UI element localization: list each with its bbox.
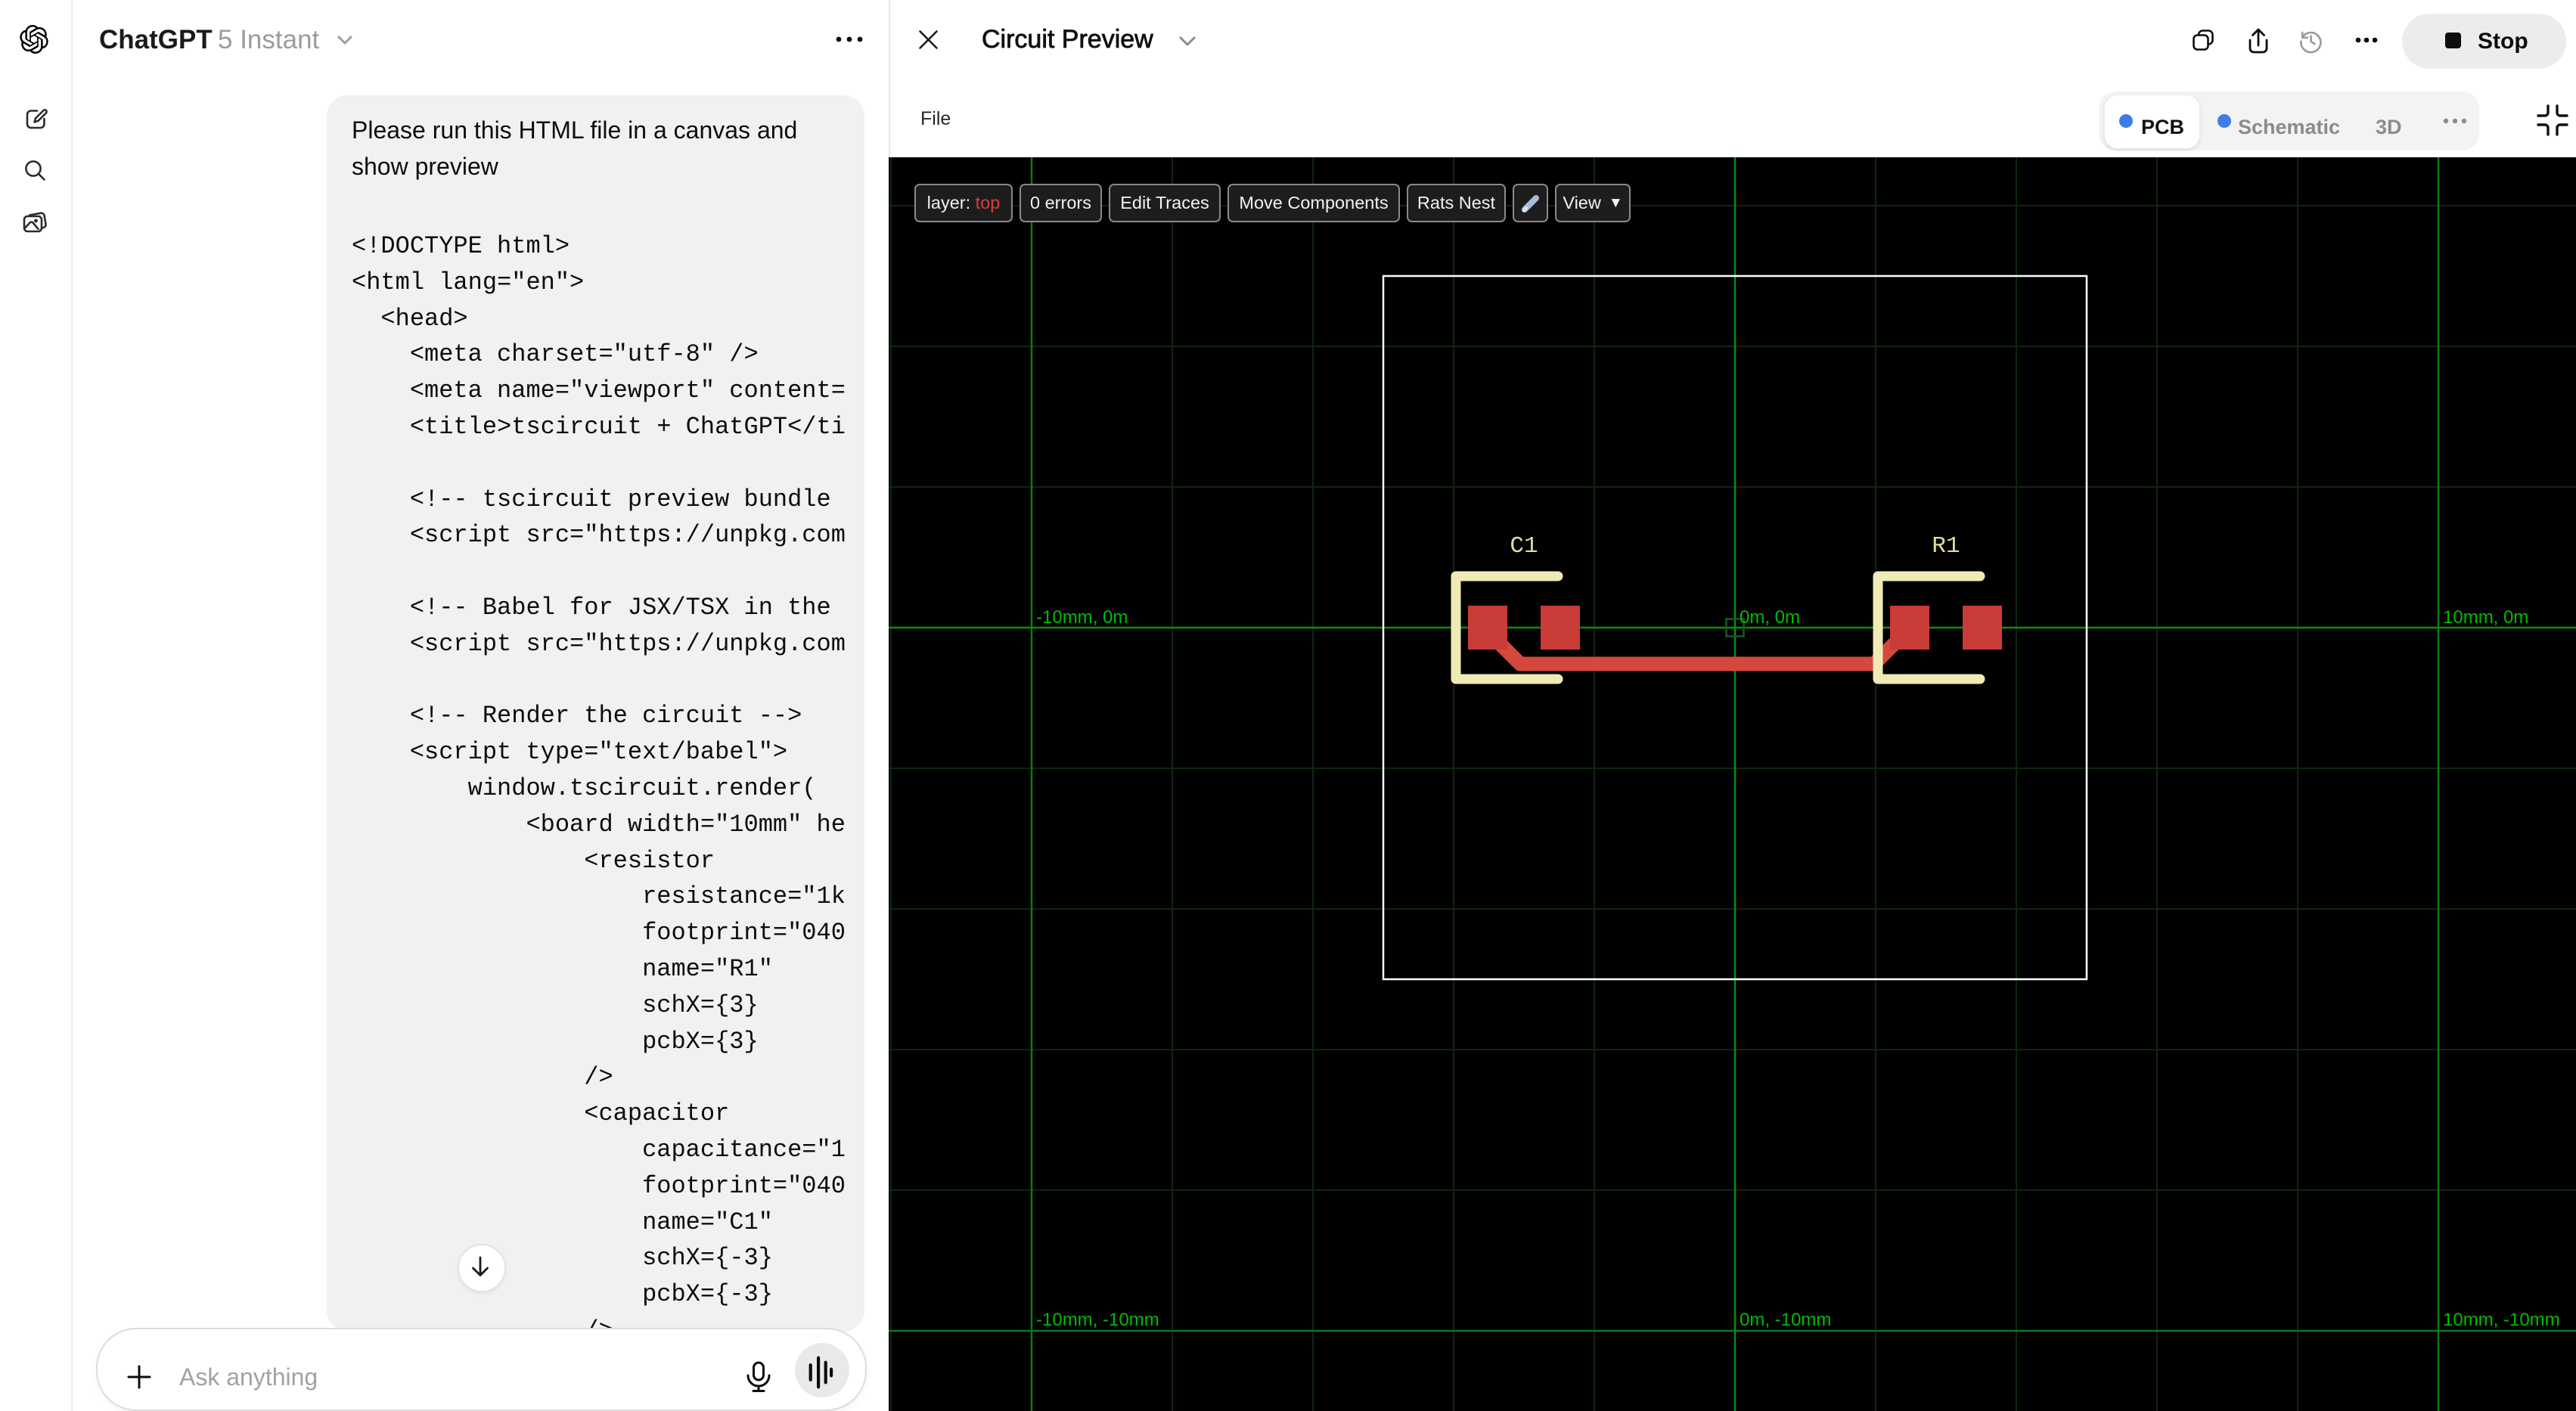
svg-text:10mm, 0m: 10mm, 0m — [2443, 607, 2528, 628]
svg-text:10mm, -10mm: 10mm, -10mm — [2443, 1310, 2560, 1330]
svg-text:R1: R1 — [1932, 533, 1960, 560]
svg-text:0m, 0m: 0m, 0m — [1740, 607, 1800, 628]
svg-text:-10mm, -10mm: -10mm, -10mm — [1036, 1310, 1159, 1330]
svg-text:0m, -10mm: 0m, -10mm — [1740, 1310, 1831, 1330]
svg-text:-10mm, 0m: -10mm, 0m — [1036, 607, 1128, 628]
svg-text:C1: C1 — [1510, 533, 1538, 560]
